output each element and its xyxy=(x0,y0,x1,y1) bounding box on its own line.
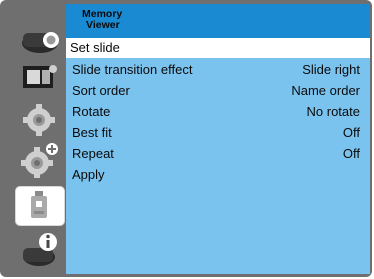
menu-title-line2: Viewer xyxy=(86,19,120,31)
menu-sidebar xyxy=(4,4,66,274)
menu-item-sort-order[interactable]: Sort order Name order xyxy=(66,81,370,101)
menu-item-value: Off xyxy=(342,146,360,161)
menu-item-label: Apply xyxy=(72,167,105,182)
info-icon xyxy=(23,233,57,266)
menu-header: Memory Viewer xyxy=(66,4,370,38)
menu-item-label: Best fit xyxy=(72,125,112,140)
sidebar-item-memory-viewer[interactable] xyxy=(15,186,65,226)
menu-item-set-slide[interactable]: Set slide xyxy=(66,38,370,58)
menu-item-label: Repeat xyxy=(72,146,114,161)
menu-item-value: No rotate xyxy=(306,104,360,119)
menu-item-slide-transition-effect[interactable]: Slide transition effect Slide right xyxy=(66,60,370,80)
sidebar-item-display[interactable] xyxy=(15,18,63,56)
menu-item-rotate[interactable]: Rotate No rotate xyxy=(66,102,370,122)
menu-item-value: Slide right xyxy=(302,62,360,77)
sidebar-item-information[interactable] xyxy=(15,230,63,268)
projector-icon xyxy=(22,32,59,53)
expanded-setting-icon xyxy=(21,143,58,178)
sidebar-item-image[interactable] xyxy=(15,58,63,96)
menu-item-label: Set slide xyxy=(70,40,120,55)
sidebar-item-expand[interactable] xyxy=(15,140,63,178)
sidebar-item-setting[interactable] xyxy=(15,100,63,138)
menu-item-apply[interactable]: Apply xyxy=(66,165,370,185)
menu-item-repeat[interactable]: Repeat Off xyxy=(66,144,370,164)
menu-item-value: Name order xyxy=(291,83,360,98)
menu-item-label: Rotate xyxy=(72,104,111,119)
menu-item-label: Slide transition effect xyxy=(72,62,193,77)
menu-item-value: Off xyxy=(342,125,360,140)
image-adjust-icon xyxy=(23,65,57,88)
menu-item-best-fit[interactable]: Best fit Off xyxy=(66,123,370,143)
menu-title: Memory Viewer xyxy=(82,9,122,31)
setting-gear-icon xyxy=(23,104,55,136)
menu-item-label: Sort order xyxy=(72,83,130,98)
usb-memory-icon xyxy=(31,191,47,218)
